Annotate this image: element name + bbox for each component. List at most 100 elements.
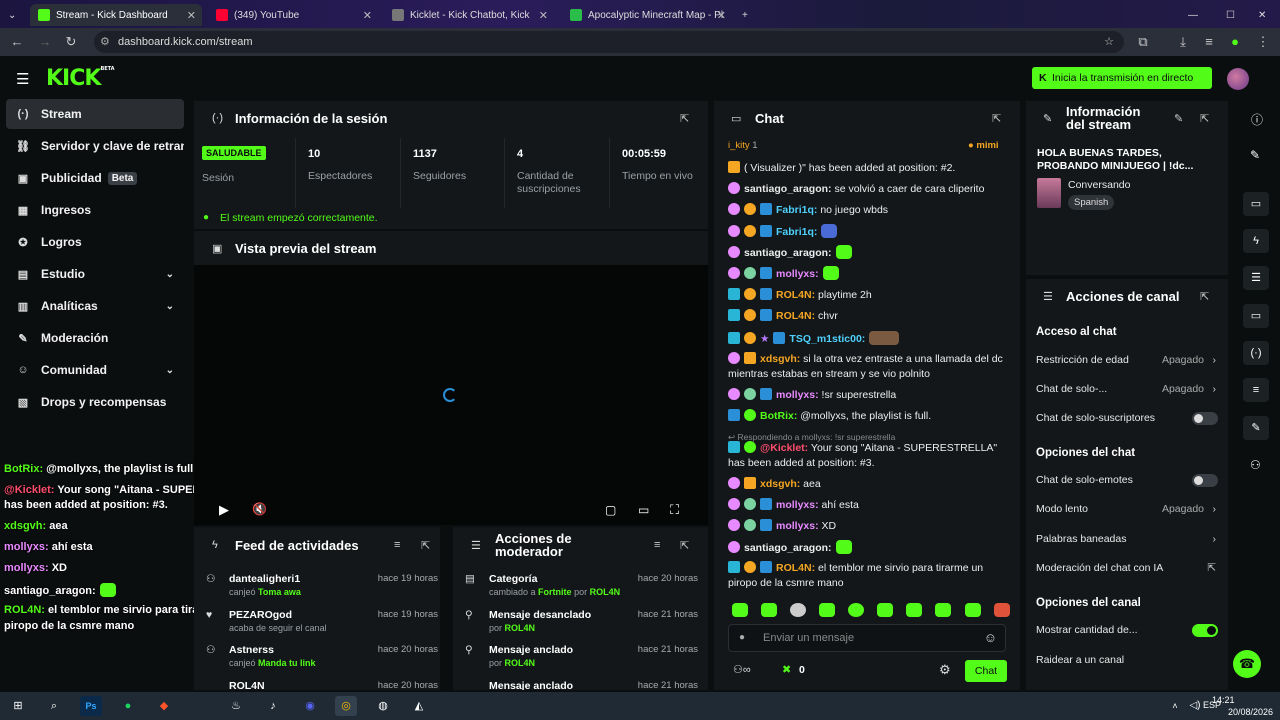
layout-icon[interactable]: ▭ — [1243, 192, 1269, 216]
popout-icon[interactable]: ⇱ — [1200, 290, 1209, 303]
emote-icon[interactable] — [877, 603, 894, 617]
emote-icon[interactable] — [761, 603, 778, 617]
close-icon[interactable]: ✕ — [187, 9, 196, 22]
close-icon[interactable]: ✕ — [717, 9, 726, 22]
mute-icon[interactable]: 🔇 — [252, 502, 267, 516]
go-live-button[interactable]: K Inicia la transmisión en directo — [1032, 67, 1212, 89]
profile-icon[interactable]: ● — [1226, 33, 1244, 51]
fullscreen-icon[interactable]: ⛶ — [670, 502, 679, 518]
info-icon[interactable]: ⓘ — [1251, 111, 1263, 128]
bookmark-star-icon[interactable]: ☆ — [1104, 31, 1114, 53]
channel-actions-icon[interactable]: ≡ — [1243, 378, 1269, 402]
slow-mode-row[interactable]: Modo lento Apagado › — [1036, 503, 1220, 515]
ai-moderation-row[interactable]: Moderación del chat con IA ⇱ — [1036, 562, 1220, 574]
pencil-icon[interactable]: ✎ — [1250, 148, 1260, 162]
filter-icon[interactable]: ≡ — [394, 539, 400, 551]
popout-icon[interactable]: ⇱ — [680, 539, 689, 552]
sidebar-item-community[interactable]: ☺ Comunidad ⌄ — [6, 355, 184, 385]
close-window-button[interactable]: ✕ — [1250, 4, 1274, 26]
tab-youtube[interactable]: (349) YouTube ✕ — [208, 4, 378, 26]
steam-icon[interactable]: ♨ — [225, 696, 247, 716]
clock-time[interactable]: 14:21 — [1212, 695, 1235, 705]
emote-icon[interactable] — [819, 603, 836, 617]
tiktok-icon[interactable]: ♪ — [262, 696, 284, 716]
raid-row[interactable]: Raidear a un canal — [1036, 654, 1220, 666]
sidebar-item-moderation[interactable]: ✎ Moderación — [6, 323, 184, 353]
play-icon[interactable]: ▶ — [219, 502, 229, 518]
popout-icon[interactable]: ⇱ — [421, 539, 430, 552]
app-icon[interactable]: ◭ — [408, 696, 430, 716]
subs-only-toggle[interactable] — [1192, 412, 1218, 425]
banned-words-row[interactable]: Palabras baneadas › — [1036, 533, 1220, 545]
close-icon[interactable]: ✕ — [539, 9, 548, 22]
emote-icon[interactable] — [993, 603, 1010, 617]
kick-logo[interactable]: KICKBETA — [46, 66, 115, 91]
sidebar-item-achievements[interactable]: ✪ Logros — [6, 227, 184, 257]
chat-input[interactable]: ● Enviar un mensaje ☺ — [728, 624, 1006, 652]
discord-icon[interactable]: ◉ — [299, 696, 321, 716]
emote-icon[interactable] — [848, 603, 865, 617]
emote-icon[interactable] — [906, 603, 923, 617]
avatar[interactable] — [1227, 68, 1249, 90]
broadcast-icon[interactable]: (·) — [1243, 341, 1269, 365]
tab-search-button[interactable]: ⌄ — [4, 4, 24, 26]
popout-icon[interactable]: ⇱ — [992, 112, 1001, 125]
media-icon[interactable]: ≡ — [1200, 33, 1218, 51]
forward-arrow-icon[interactable]: → — [36, 33, 54, 51]
windows-start-icon[interactable]: ⊞ — [7, 696, 29, 716]
tray-chevron-icon[interactable]: ˄ — [1164, 696, 1186, 716]
help-chat-button[interactable]: ☎ — [1233, 650, 1261, 678]
emote-icon[interactable] — [732, 603, 748, 617]
sidebar-item-revenue[interactable]: ▦ Ingresos — [6, 195, 184, 225]
send-chat-button[interactable]: Chat — [965, 660, 1007, 682]
gear-icon[interactable]: ⚙ — [939, 662, 951, 678]
obs-icon[interactable]: ◍ — [372, 696, 394, 716]
minimize-button[interactable]: — — [1180, 4, 1204, 26]
followers-only-row[interactable]: Chat de solo-... Apagado › — [1036, 383, 1220, 395]
edit-icon[interactable]: ✎ — [1174, 112, 1183, 125]
filter-icon[interactable]: ≡ — [654, 539, 660, 551]
photoshop-icon[interactable]: Ps — [80, 696, 102, 716]
back-arrow-icon[interactable]: ← — [8, 33, 26, 51]
chat-bubble-icon[interactable]: ▭ — [1243, 304, 1269, 328]
show-count-toggle[interactable] — [1192, 624, 1218, 637]
sidebar-item-analytics[interactable]: ▥ Analíticas ⌄ — [6, 291, 184, 321]
list-icon[interactable]: ☰ — [1243, 266, 1269, 290]
sidebar-item-ads[interactable]: ▣ Publicidad Beta — [6, 163, 184, 193]
popout-icon[interactable]: ⇱ — [1200, 112, 1209, 125]
sidebar-item-studio[interactable]: ▤ Estudio ⌄ — [6, 259, 184, 289]
search-icon[interactable]: ⌕ — [43, 696, 65, 716]
tab-kicklet[interactable]: Kicklet - Kick Chatbot, Kick ✕ — [384, 4, 554, 26]
miniplayer-icon[interactable]: ▢ — [605, 503, 616, 517]
chrome-icon[interactable]: ◎ — [335, 696, 357, 716]
hamburger-menu-icon[interactable]: ☰ — [16, 70, 29, 88]
new-tab-button[interactable]: + — [738, 4, 758, 26]
spotify-icon[interactable]: ● — [117, 696, 139, 716]
tab-minecraft-map[interactable]: Apocalyptic Minecraft Map - Pl ✕ — [562, 4, 732, 26]
clock-date[interactable]: 20/08/2026 — [1228, 707, 1273, 717]
tab-kick-dashboard[interactable]: Stream - Kick Dashboard ✕ — [30, 4, 202, 26]
reload-icon[interactable]: ↻ — [62, 33, 80, 51]
popout-icon[interactable]: ⇱ — [680, 112, 689, 125]
sidebar-item-drops[interactable]: ▧ Drops y recompensas — [6, 387, 184, 417]
lightning-icon[interactable]: ϟ — [1243, 229, 1269, 253]
emote-icon[interactable] — [964, 603, 981, 617]
community-icon[interactable]: ⚇ — [1250, 458, 1261, 472]
emote-icon[interactable] — [935, 603, 952, 617]
menu-icon[interactable]: ⋮ — [1254, 33, 1272, 51]
close-icon[interactable]: ✕ — [363, 9, 372, 22]
age-restriction-row[interactable]: Restricción de edad Apagado › — [1036, 354, 1220, 366]
sidebar-item-server-key[interactable]: ⛓Servidor y clave de retransmisión — [6, 131, 184, 161]
maximize-button[interactable]: ☐ — [1218, 4, 1242, 26]
extensions-icon[interactable]: ⧉ — [1134, 33, 1152, 51]
theater-icon[interactable]: ▭ — [638, 503, 649, 517]
emote-icon[interactable] — [790, 603, 807, 617]
sidebar-item-stream[interactable]: (·) Stream — [6, 99, 184, 129]
url-field[interactable]: ⚙ dashboard.kick.com/stream ☆ — [94, 31, 1124, 53]
emotes-only-toggle[interactable] — [1192, 474, 1218, 487]
brave-icon[interactable]: ◆ — [153, 696, 175, 716]
download-icon[interactable]: ⤓ — [1174, 33, 1192, 51]
emoji-icon[interactable]: ☺ — [984, 630, 997, 645]
site-info-icon[interactable]: ⚙ — [100, 31, 110, 53]
wrench-icon[interactable]: ✎ — [1243, 416, 1269, 440]
